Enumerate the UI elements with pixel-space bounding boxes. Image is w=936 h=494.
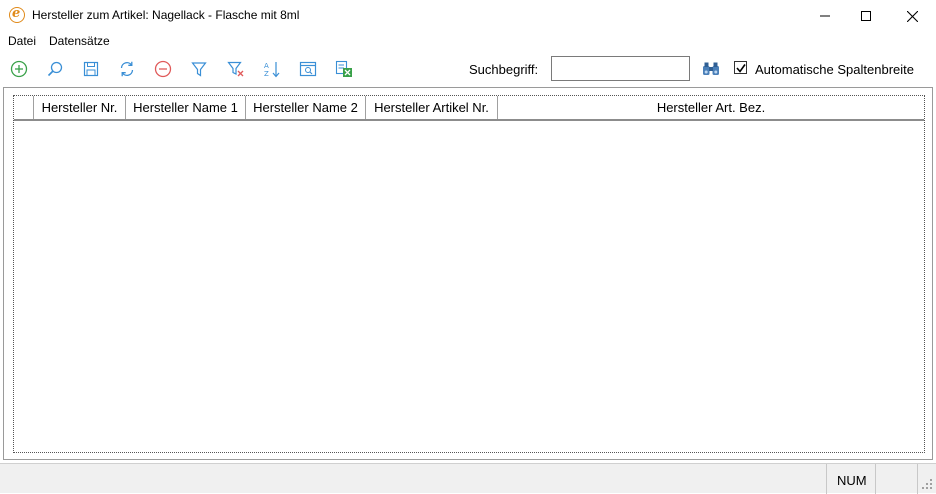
preview-icon[interactable]	[298, 59, 318, 79]
svg-text:Z: Z	[264, 70, 269, 78]
auto-column-width-checkbox[interactable]	[734, 61, 747, 74]
svg-text:A: A	[264, 62, 269, 70]
menu-datei[interactable]: Datei	[8, 34, 36, 48]
maximize-icon	[861, 11, 871, 21]
column-header-hersteller-name-1[interactable]: Hersteller Name 1	[126, 96, 246, 119]
minimize-button[interactable]	[802, 0, 848, 32]
menu-bar: Datei Datensätze	[0, 32, 936, 50]
column-header-hersteller-nr[interactable]: Hersteller Nr.	[34, 96, 126, 119]
title-bar: e Hersteller zum Artikel: Nagellack - Fl…	[0, 0, 936, 32]
close-icon	[906, 10, 918, 22]
filter-icon[interactable]	[189, 59, 209, 79]
data-grid: Hersteller Nr. Hersteller Name 1 Herstel…	[3, 87, 933, 460]
column-header-hersteller-name-2[interactable]: Hersteller Name 2	[246, 96, 366, 119]
num-lock-indicator: NUM	[837, 473, 867, 488]
save-icon[interactable]	[81, 59, 101, 79]
status-divider	[875, 464, 876, 494]
app-logo-icon: e	[9, 6, 25, 23]
resize-grip-icon[interactable]	[921, 478, 933, 490]
maximize-button[interactable]	[843, 0, 889, 32]
grid-body[interactable]: Hersteller Nr. Hersteller Name 1 Herstel…	[13, 95, 925, 453]
status-bar: NUM	[0, 463, 936, 494]
status-divider	[917, 464, 918, 494]
column-header-hersteller-art-bez[interactable]: Hersteller Art. Bez.	[498, 96, 924, 119]
grid-header: Hersteller Nr. Hersteller Name 1 Herstel…	[14, 96, 924, 121]
add-icon[interactable]	[9, 59, 29, 79]
search-label: Suchbegriff:	[469, 62, 539, 77]
refresh-icon[interactable]	[117, 59, 137, 79]
column-header-hersteller-artikel-nr[interactable]: Hersteller Artikel Nr.	[366, 96, 498, 119]
binoculars-icon[interactable]	[701, 59, 721, 79]
checkmark-icon	[736, 64, 746, 73]
toolbar: AZ Suchbegriff: Automatische Spaltenbrei…	[0, 54, 936, 84]
search-input[interactable]	[551, 56, 690, 81]
excel-export-icon[interactable]	[334, 59, 354, 79]
column-header-selector[interactable]	[14, 96, 34, 119]
sort-icon[interactable]: AZ	[262, 59, 282, 79]
delete-icon[interactable]	[153, 59, 173, 79]
clear-filter-icon[interactable]	[226, 59, 246, 79]
menu-datensaetze[interactable]: Datensätze	[49, 34, 110, 48]
search-icon[interactable]	[45, 59, 65, 79]
minimize-icon	[820, 15, 830, 17]
auto-column-width-label: Automatische Spaltenbreite	[755, 62, 914, 77]
window-title: Hersteller zum Artikel: Nagellack - Flas…	[32, 8, 300, 22]
status-divider	[826, 464, 827, 494]
close-button[interactable]	[889, 0, 935, 32]
